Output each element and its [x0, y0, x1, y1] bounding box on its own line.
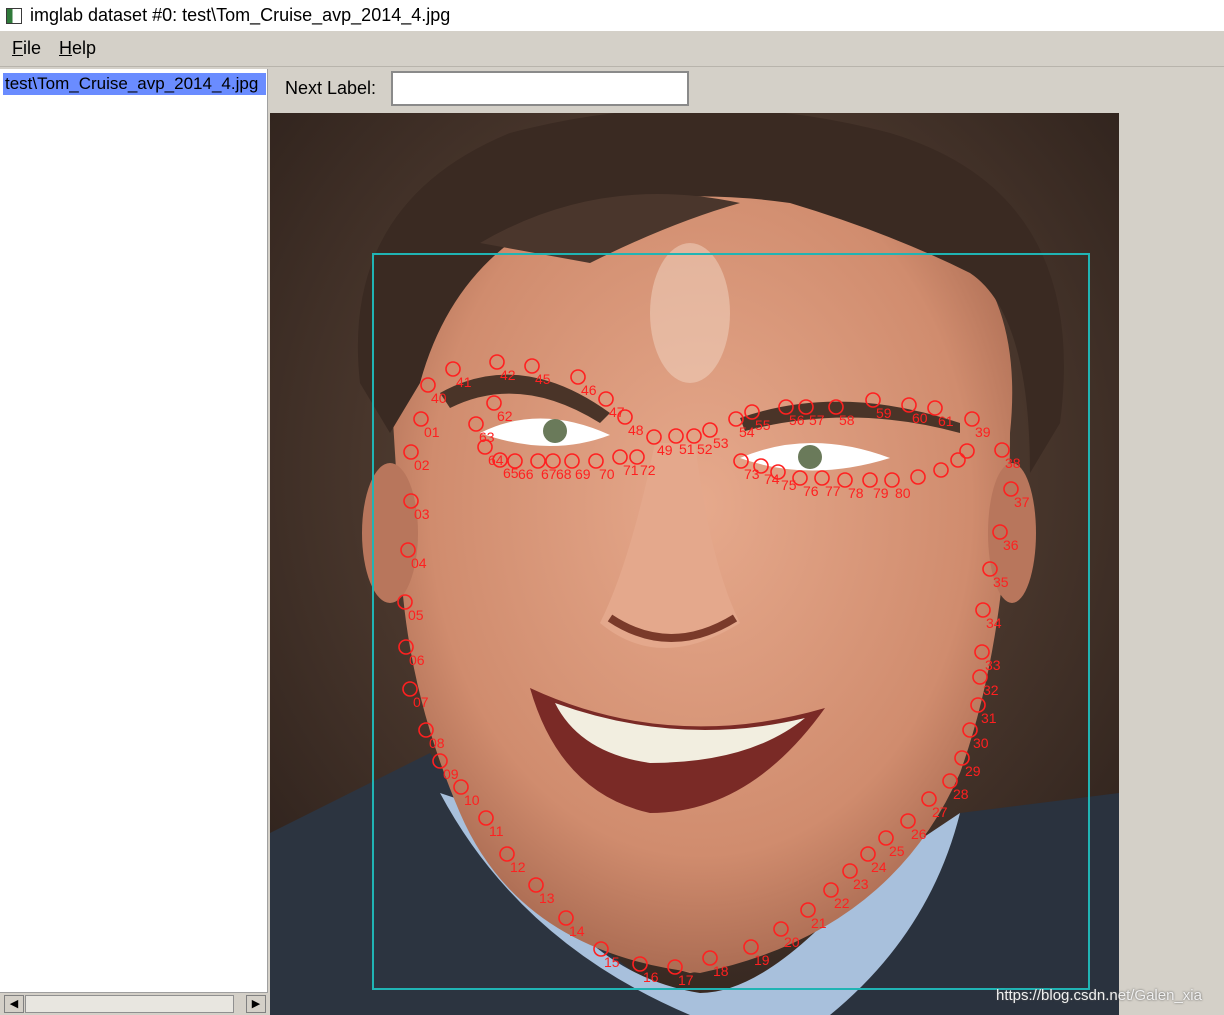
landmark-label: 11 — [489, 823, 504, 839]
landmark-label: 69 — [575, 466, 591, 482]
image-canvas[interactable]: 01 02 03 04 05 06 07 08 09 10 11 12 13 14 15 16 17 18 19 20… — [270, 113, 1224, 1015]
landmark-label: 78 — [848, 485, 864, 501]
file-list-item[interactable]: test\Tom_Cruise_avp_2014_4.jpg — [3, 73, 266, 95]
landmark-label: 23 — [853, 876, 869, 892]
landmark-label: 38 — [1005, 455, 1021, 471]
landmark-label: 46 — [581, 382, 597, 398]
app-icon — [6, 7, 22, 24]
landmark-label: 03 — [414, 506, 430, 522]
scroll-right-button[interactable]: ▶ — [246, 995, 266, 1013]
window-title: imglab dataset #0: test\Tom_Cruise_avp_2… — [30, 5, 451, 25]
landmark-label: 26 — [911, 826, 927, 842]
landmark-label: 20 — [784, 934, 800, 950]
landmark-label: 35 — [993, 574, 1009, 590]
face-photo: 01 02 03 04 05 06 07 08 09 10 11 12 13 14 15 16 17 18 19 20… — [270, 113, 1119, 1015]
landmark-label: 09 — [443, 766, 459, 782]
landmark-label: 80 — [895, 485, 911, 501]
landmark-label: 27 — [932, 804, 948, 820]
landmark-label: 33 — [985, 657, 1001, 673]
landmark-label: 14 — [569, 923, 585, 939]
label-bar: Next Label: — [270, 69, 1224, 111]
landmark-label: 57 — [809, 412, 825, 428]
landmark-label: 36 — [1003, 537, 1019, 553]
landmark-label: 66 — [518, 466, 534, 482]
landmark-label: 06 — [409, 652, 425, 668]
landmark-label: 73 — [744, 466, 760, 482]
landmark-label: 19 — [754, 952, 770, 968]
menu-file[interactable]: File — [12, 38, 41, 59]
next-label-input[interactable] — [391, 71, 689, 106]
landmark-label: 37 — [1014, 494, 1030, 510]
landmark-label: 76 — [803, 483, 819, 499]
landmark-label: 40 — [431, 390, 447, 406]
landmark-label: 75 — [781, 477, 797, 493]
landmark-label: 41 — [456, 374, 472, 390]
landmark-label: 32 — [983, 682, 999, 698]
scroll-left-button[interactable]: ◀ — [4, 995, 24, 1013]
menu-help-mnemonic: H — [59, 38, 73, 58]
landmark-label: 39 — [975, 424, 991, 440]
landmark-label: 68 — [556, 466, 572, 482]
landmark-label: 34 — [986, 615, 1002, 631]
landmark-label: 17 — [678, 972, 694, 988]
menu-help[interactable]: Help — [59, 38, 96, 59]
menu-file-label: ile — [23, 38, 42, 58]
scroll-thumb[interactable] — [25, 995, 234, 1013]
landmark-label: 01 — [424, 424, 440, 440]
landmark-label: 54 — [739, 424, 755, 440]
landmark-label: 24 — [871, 859, 887, 875]
landmark-label: 16 — [643, 969, 659, 985]
landmark-label: 02 — [414, 457, 430, 473]
landmark-label: 18 — [713, 963, 729, 979]
landmark-label: 22 — [834, 895, 850, 911]
landmark-label: 52 — [697, 441, 713, 457]
landmark-label: 05 — [408, 607, 424, 623]
landmark-label: 79 — [873, 485, 889, 501]
landmark-label: 10 — [464, 792, 480, 808]
landmark-label: 56 — [789, 412, 805, 428]
menu-file-mnemonic: F — [12, 38, 23, 58]
landmark-label: 21 — [811, 915, 827, 931]
landmark-label: 49 — [657, 442, 673, 458]
landmark-label: 31 — [981, 710, 997, 726]
landmark-label: 60 — [912, 410, 928, 426]
file-list[interactable]: test\Tom_Cruise_avp_2014_4.jpg — [0, 69, 268, 992]
next-label-caption: Next Label: — [285, 78, 377, 98]
landmark-label: 59 — [876, 405, 892, 421]
horizontal-scrollbar[interactable]: ◀ ▶ — [0, 992, 268, 1015]
landmark-label: 29 — [965, 763, 981, 779]
landmark-label: 13 — [539, 890, 555, 906]
landmark-label: 47 — [609, 404, 625, 420]
menu-bar: File Help — [0, 31, 1224, 67]
landmark-label: 48 — [628, 422, 644, 438]
landmark-label: 63 — [479, 429, 495, 445]
landmark-label: 42 — [500, 367, 516, 383]
landmark-label: 04 — [411, 555, 427, 571]
title-bar: imglab dataset #0: test\Tom_Cruise_avp_2… — [0, 0, 1224, 31]
landmark-label: 08 — [429, 735, 445, 751]
landmark-label: 07 — [413, 694, 429, 710]
landmark-label: 12 — [510, 859, 526, 875]
watermark: https://blog.csdn.net/Galen_xia — [996, 987, 1202, 1004]
landmark-label: 55 — [755, 417, 771, 433]
landmark-label: 58 — [839, 412, 855, 428]
landmark-label: 72 — [640, 462, 656, 478]
landmark-label: 30 — [973, 735, 989, 751]
landmark-label: 15 — [604, 954, 620, 970]
landmark-label: 61 — [938, 413, 954, 429]
landmark-label: 62 — [497, 408, 513, 424]
landmark-label: 25 — [889, 843, 905, 859]
landmark-label: 77 — [825, 483, 841, 499]
landmark-label: 53 — [713, 435, 729, 451]
landmark-label: 70 — [599, 466, 615, 482]
landmark-label: 28 — [953, 786, 969, 802]
menu-help-label: elp — [72, 38, 97, 58]
landmark-label: 45 — [535, 371, 551, 387]
